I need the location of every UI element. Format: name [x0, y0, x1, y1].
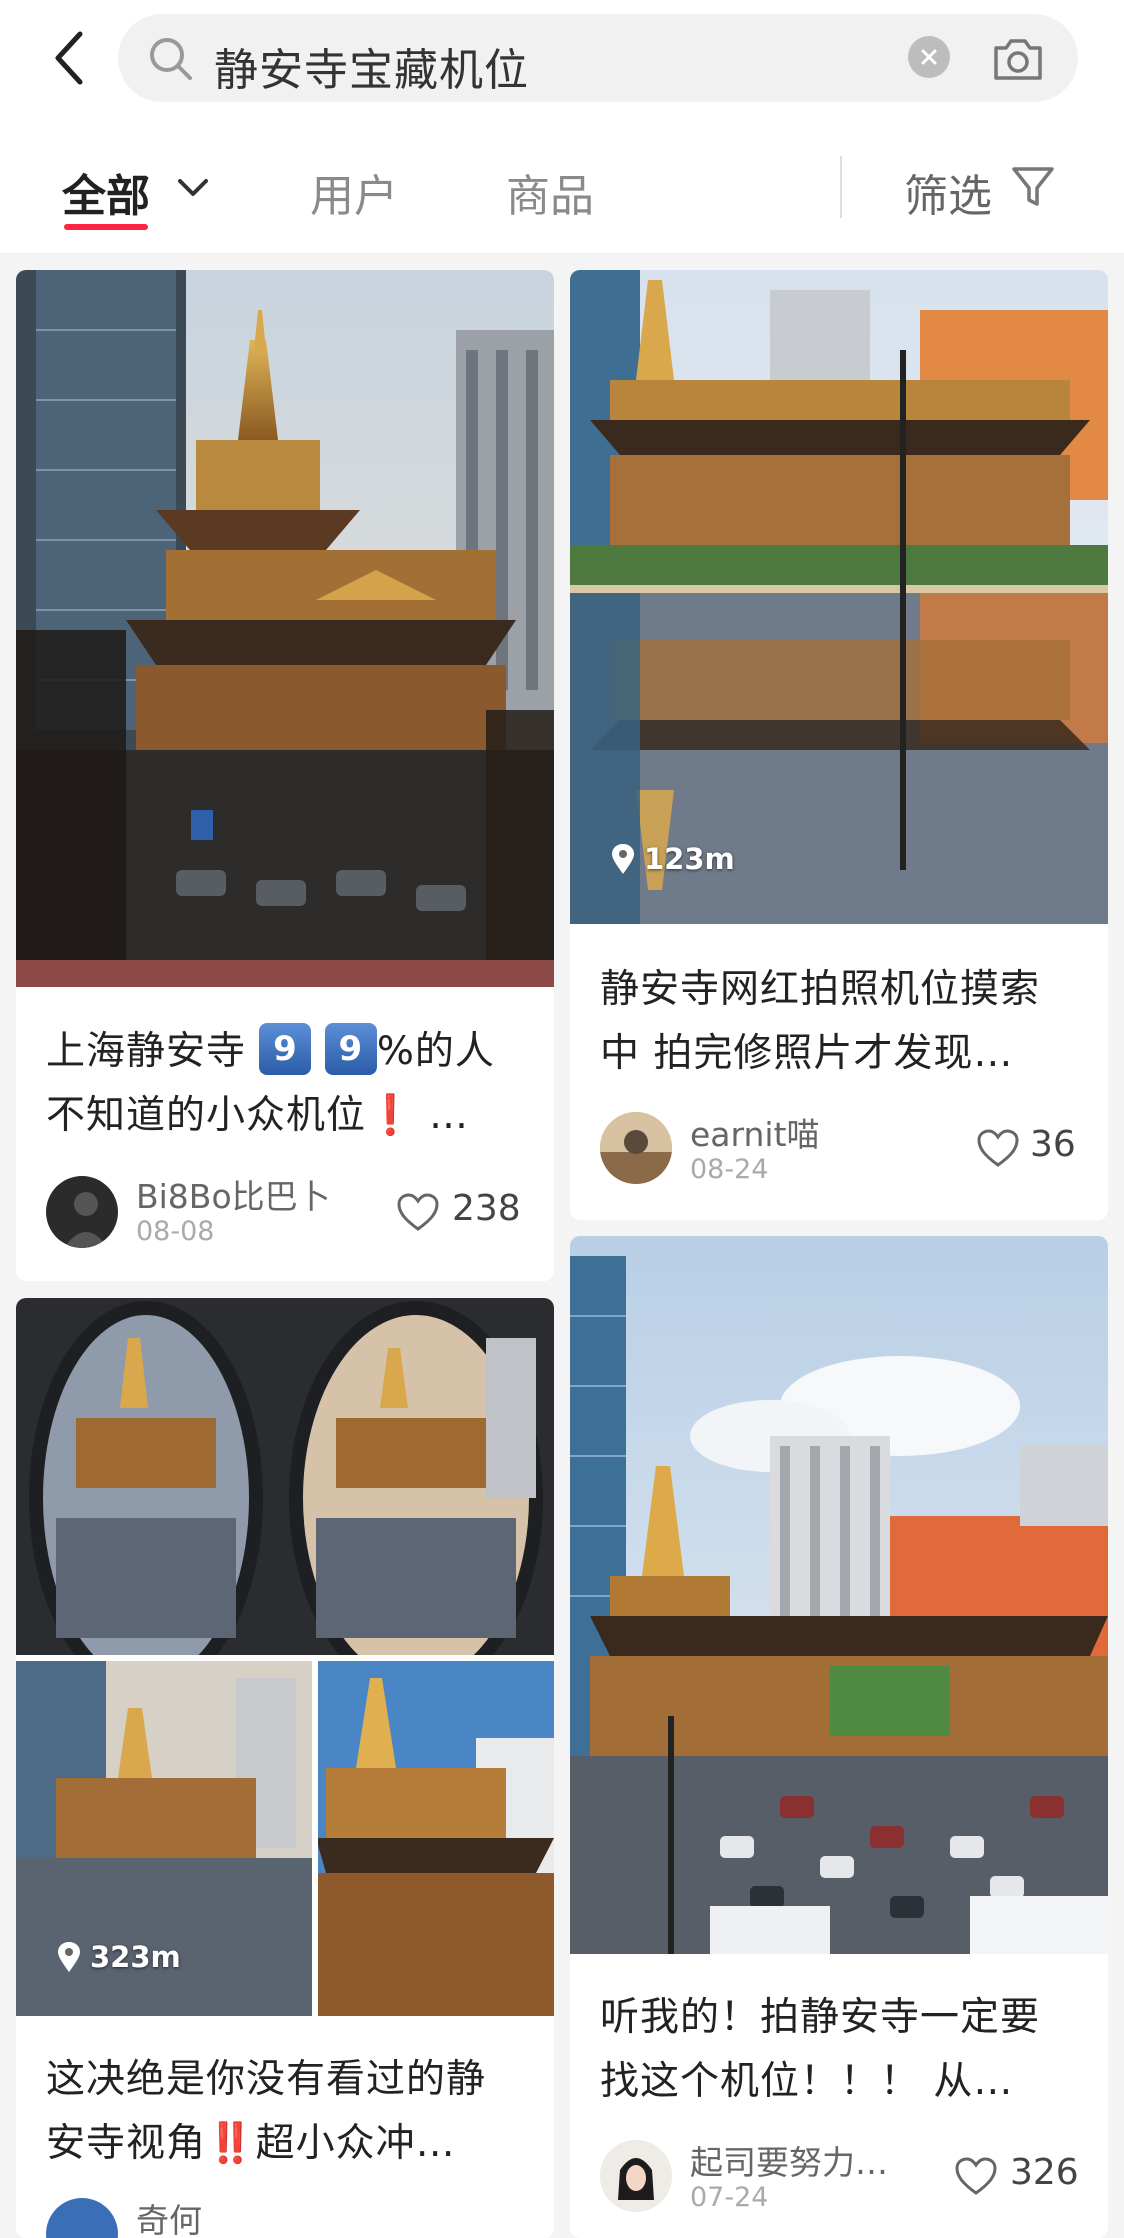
avatar[interactable] [46, 2198, 118, 2238]
heart-icon[interactable] [954, 2156, 998, 2196]
title-text: 安寺视角 [46, 2121, 207, 2166]
post-image[interactable] [16, 1298, 554, 2016]
divider [840, 156, 842, 218]
avatar[interactable] [600, 2140, 672, 2212]
post-image[interactable] [570, 1236, 1108, 1954]
post-card[interactable]: 上海静安寺 9 9 %的人 不知道的小众机位❗ … Bi8Bo比巴卜 08-08 … [16, 270, 554, 1281]
title-text: 静安寺网红拍照机位摸索 [600, 967, 1041, 1012]
post-date: 07-24 [690, 2182, 769, 2213]
back-button[interactable] [44, 28, 94, 88]
title-text: 超小众冲… [255, 2121, 456, 2166]
location-pin-icon [58, 1942, 80, 1972]
post-title[interactable]: 听我的！拍静安寺一定要 找这个机位！！！ 从… [600, 1986, 1090, 2114]
like-count: 36 [1030, 1124, 1076, 1165]
keycap-9-emoji: 9 [324, 1023, 377, 1075]
chevron-down-icon[interactable] [176, 172, 210, 202]
location-pin-icon [612, 844, 634, 874]
heart-icon[interactable] [976, 1128, 1020, 1168]
search-input[interactable]: 静安寺宝藏机位 [214, 34, 529, 98]
title-text: 这决绝是你没有看过的静 [46, 2057, 487, 2102]
active-tab-indicator [64, 224, 148, 230]
avatar[interactable] [46, 1176, 118, 1248]
tab-products[interactable]: 商品 [506, 160, 594, 224]
post-title[interactable]: 这决绝是你没有看过的静 安寺视角‼️超小众冲… [46, 2048, 536, 2176]
location-badge: 323m [56, 1940, 181, 1974]
search-bar[interactable]: 静安寺宝藏机位 [118, 14, 1078, 102]
title-text: 不知道的小众机位 [46, 1093, 367, 1138]
heart-icon[interactable] [396, 1192, 440, 1232]
tab-all[interactable]: 全部 [62, 160, 150, 224]
title-text: 听我的！拍静安寺一定要 [600, 1995, 1041, 2040]
like-count: 326 [1010, 2152, 1079, 2193]
author-name[interactable]: 起司要努力… [690, 2136, 888, 2184]
author-name[interactable]: earnit喵 [690, 1108, 820, 1156]
distance-label: 123m [644, 842, 735, 876]
title-text: 上海静安寺 [46, 1029, 247, 1074]
distance-label: 323m [90, 1940, 181, 1974]
search-icon [150, 38, 192, 80]
exclamation-emoji: ❗ [366, 1093, 416, 1138]
filter-button[interactable]: 筛选 [904, 160, 992, 224]
author-name[interactable]: Bi8Bo比巴卜 [136, 1170, 331, 1218]
post-title[interactable]: 上海静安寺 9 9 %的人 不知道的小众机位❗ … [46, 1020, 536, 1148]
search-tabs: 全部 用户 商品 筛选 [0, 120, 1124, 254]
post-image[interactable] [16, 270, 554, 987]
clear-icon[interactable] [908, 36, 950, 78]
keycap-9-emoji: 9 [259, 1023, 312, 1075]
avatar[interactable] [600, 1112, 672, 1184]
post-image[interactable] [570, 270, 1108, 924]
like-count: 238 [452, 1188, 521, 1229]
post-card[interactable]: 听我的！拍静安寺一定要 找这个机位！！！ 从… 起司要努力… 07-24 326 [570, 1236, 1108, 2238]
author-name[interactable]: 奇何 [136, 2194, 202, 2238]
location-badge: 123m [610, 842, 735, 876]
post-date: 08-08 [136, 1216, 215, 1247]
tab-users[interactable]: 用户 [310, 160, 398, 224]
post-date: 08-24 [690, 1154, 769, 1185]
top-bar: 静安寺宝藏机位 [0, 0, 1124, 120]
filter-icon[interactable] [1010, 164, 1056, 210]
chevron-left-icon [55, 31, 83, 85]
post-title[interactable]: 静安寺网红拍照机位摸索 中 拍完修照片才发现… [600, 958, 1090, 1086]
title-text: %的人 [376, 1029, 495, 1074]
post-card[interactable]: 123m 静安寺网红拍照机位摸索 中 拍完修照片才发现… earnit喵 08-… [570, 270, 1108, 1220]
title-ellipsis: … [415, 1093, 469, 1138]
post-card[interactable]: 323m 这决绝是你没有看过的静 安寺视角‼️超小众冲… 奇何 [16, 1298, 554, 2238]
camera-icon[interactable] [990, 32, 1046, 84]
double-exclamation-emoji: ‼️ [206, 2121, 256, 2166]
title-text: 中 拍完修照片才发现… [600, 1031, 1014, 1076]
title-text: 找这个机位！！！ 从… [600, 2059, 1014, 2104]
